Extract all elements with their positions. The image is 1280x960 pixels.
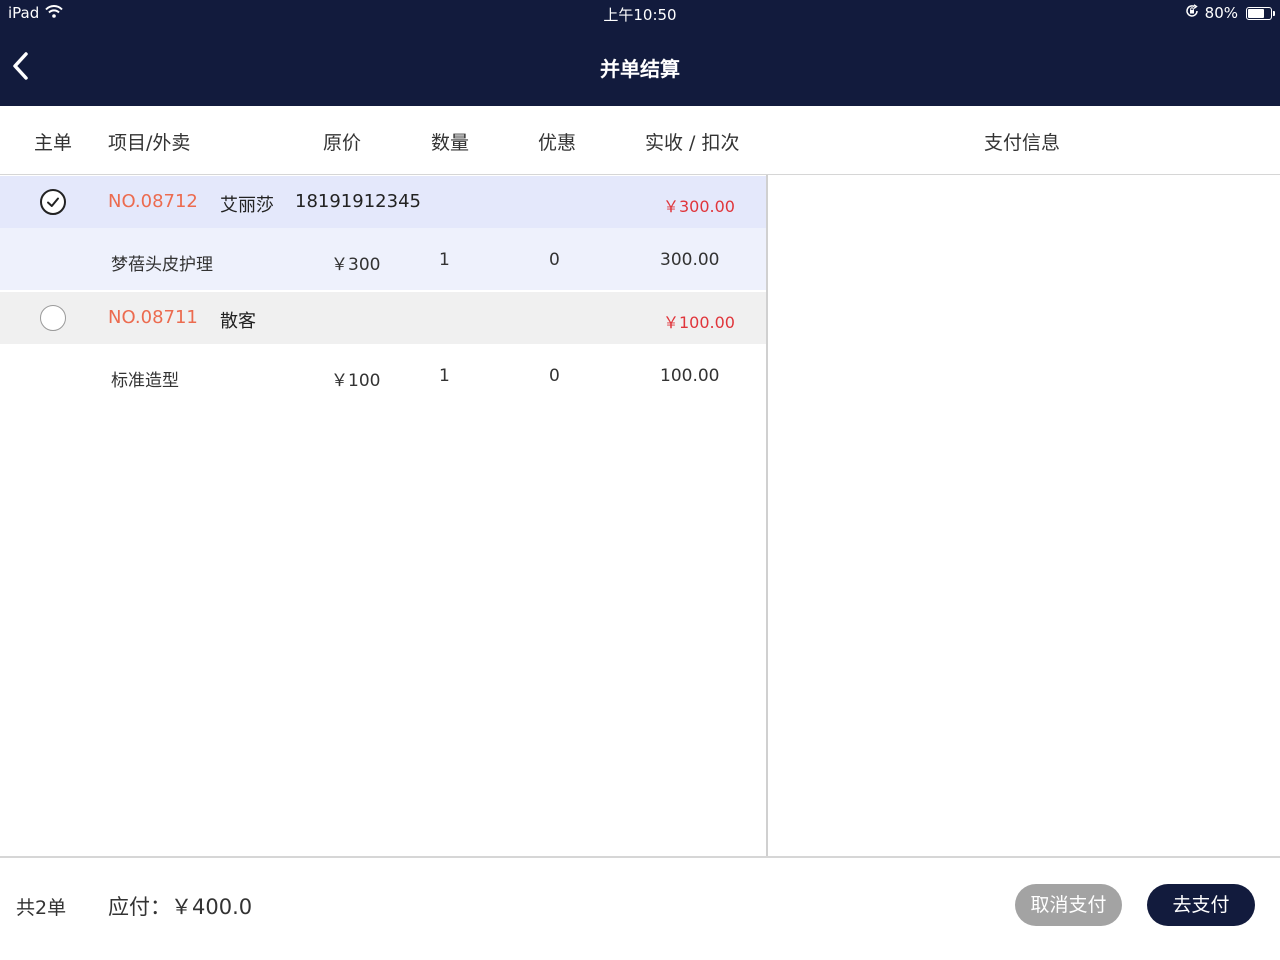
status-bar-right: 80% [1185,4,1275,22]
checkmark-icon [47,197,59,207]
status-time: 上午10:50 [603,6,677,24]
item-row: 梦蓓头皮护理 ￥300 1 0 300.00 [0,228,766,290]
top-bar: iPad 上午10:50 80% 并单结算 [0,0,1280,106]
item-name: 梦蓓头皮护理 [111,255,213,275]
column-header-discount: 优惠 [538,132,577,154]
column-header-main-order: 主单 [34,132,73,154]
order-total: ￥100.00 [663,313,735,332]
order-row[interactable]: NO.08711 散客 ￥100.00 [0,292,766,344]
payable-amount: 应付：￥400.0 [108,895,253,919]
order-row[interactable]: NO.08712 艾丽莎 18191912345 ￥300.00 [0,176,766,228]
item-discount: 0 [549,250,560,270]
main-order-radio[interactable] [40,305,66,331]
item-price: ￥100 [331,371,381,391]
item-price: ￥300 [331,255,381,275]
column-header-qty: 数量 [431,132,470,154]
column-header-received: 实收 / 扣次 [645,132,740,154]
footer-divider [0,856,1280,858]
go-pay-button[interactable]: 去支付 [1147,884,1255,926]
table-header: 主单 项目/外卖 原价 数量 优惠 实收 / 扣次 支付信息 [0,107,1280,175]
battery-icon [1246,6,1275,20]
cancel-payment-button[interactable]: 取消支付 [1015,884,1122,926]
order-count: 共2单 [16,897,67,919]
item-received: 300.00 [660,250,720,270]
order-total: ￥300.00 [663,197,735,216]
rotation-lock-icon [1185,4,1199,22]
customer-phone: 18191912345 [295,191,421,212]
column-header-item: 项目/外卖 [108,132,191,154]
order-number: NO.08712 [108,191,198,212]
item-name: 标准造型 [111,371,179,391]
item-row: 标准造型 ￥100 1 0 100.00 [0,344,766,406]
order-number: NO.08711 [108,307,198,328]
item-qty: 1 [439,250,450,270]
item-received: 100.00 [660,366,720,386]
item-discount: 0 [549,366,560,386]
column-header-payment-info: 支付信息 [984,132,1061,154]
page-title: 并单结算 [600,57,680,81]
main-order-radio[interactable] [40,189,66,215]
customer-name: 散客 [220,311,256,332]
payment-info-panel [768,175,1280,856]
column-header-price: 原价 [323,132,362,154]
customer-name: 艾丽莎 [220,195,274,216]
battery-percent: 80% [1204,4,1238,22]
item-qty: 1 [439,366,450,386]
